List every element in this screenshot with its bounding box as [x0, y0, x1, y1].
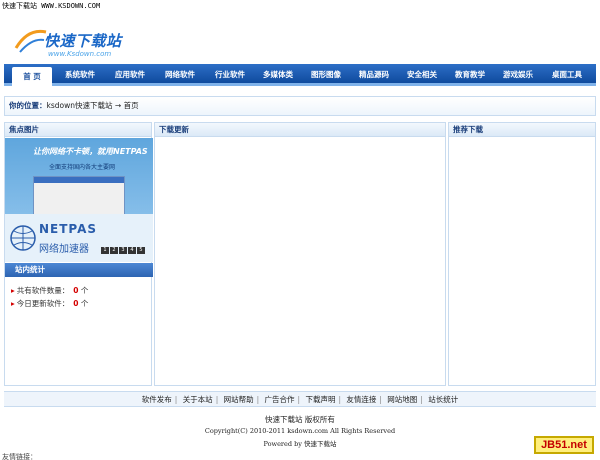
- nav-item-industry[interactable]: 行业软件: [208, 64, 252, 86]
- focus-banner-image[interactable]: 让你网络不卡顿，就用NETPAS 全面支持国内各大主要网 NETPAS 网络加速…: [5, 138, 153, 262]
- breadcrumb: 你的位置：ksdown快速下载站 → 首页: [4, 96, 596, 116]
- bullet-icon: ▸: [11, 286, 15, 295]
- nav-item-multimedia[interactable]: 多媒体类: [256, 64, 300, 86]
- powered-by-label: Powered by: [263, 440, 302, 448]
- footer-powered-by: Powered by 快速下载站: [0, 438, 600, 448]
- nav-item-source[interactable]: 精品源码: [352, 64, 396, 86]
- stat-unit: 个: [80, 299, 89, 308]
- stat-value: 0: [73, 286, 79, 295]
- footer-link-sitemap[interactable]: 网站地图: [387, 395, 417, 404]
- nav-item-security[interactable]: 安全相关: [400, 64, 444, 86]
- powered-by-link[interactable]: 快速下载站: [304, 440, 337, 448]
- recommended-title: 推荐下载: [449, 123, 595, 137]
- banner-brand-cn: 网络加速器: [39, 244, 89, 255]
- stat-unit: 个: [80, 286, 89, 295]
- footer-sep: |: [338, 395, 341, 404]
- banner-headline: 让你网络不卡顿，就用NETPAS: [33, 147, 148, 156]
- friend-links-label: 友情链接：: [2, 453, 37, 460]
- logo-title: 快速下载站: [44, 32, 122, 50]
- footer-sep: |: [215, 395, 219, 404]
- nav-item-education[interactable]: 教育教学: [448, 64, 492, 86]
- nav-item-home[interactable]: 首 页: [12, 67, 52, 86]
- banner-pager: 12345: [101, 244, 149, 254]
- footer-link-friends[interactable]: 友情连接: [346, 395, 376, 404]
- focus-panel-title: 焦点图片: [5, 123, 151, 137]
- footer-copyright-cn: 快速下载站 版权所有: [265, 415, 335, 424]
- stat-value: 0: [73, 299, 79, 308]
- stat-total-software: ▸ 共有软件数量： 0 个: [11, 285, 88, 296]
- nav-item-apps[interactable]: 应用软件: [108, 64, 152, 86]
- nav-item-games[interactable]: 游戏娱乐: [496, 64, 540, 86]
- focus-panel: 焦点图片 让你网络不卡顿，就用NETPAS 全面支持国内各大主要网 NETPAS…: [4, 122, 153, 386]
- footer-sep: |: [379, 395, 382, 404]
- footer-links: 软件发布 | 关于本站 | 网站帮助 | 广告合作 | 下载声明 | 友情连接 | 网站地图…: [4, 391, 596, 407]
- footer-sep: |: [420, 395, 423, 404]
- main-nav: 首 页 系统软件 应用软件 网络软件 行业软件 多媒体类 图形图像 精品源码 安…: [4, 64, 596, 86]
- breadcrumb-prefix: 你的位置：: [9, 101, 47, 110]
- banner-pager-dot[interactable]: 3: [119, 247, 127, 254]
- stats-title: 站内统计: [5, 263, 153, 277]
- footer-link-disclaimer[interactable]: 下载声明: [305, 395, 335, 404]
- nav-item-system[interactable]: 系统软件: [58, 64, 102, 86]
- site-logo[interactable]: 快速下载站 www.Ksdown.com: [14, 26, 134, 66]
- footer-sep: |: [256, 395, 260, 404]
- nav-item-network[interactable]: 网络软件: [158, 64, 202, 86]
- bullet-icon: ▸: [11, 299, 15, 308]
- stat-today-updated: ▸ 今日更新软件： 0 个: [11, 298, 88, 309]
- window-title: 快速下载站 WWW.KSDOWN.COM: [0, 0, 600, 12]
- banner-pager-dot[interactable]: 2: [110, 247, 118, 254]
- netpas-globe-icon: [10, 225, 36, 251]
- downloads-update-title: 下载更新: [155, 123, 445, 137]
- banner-pager-dot[interactable]: 4: [128, 247, 136, 254]
- stat-label: 今日更新软件：: [16, 299, 70, 308]
- banner-subline: 全面支持国内各大主要网: [49, 164, 116, 171]
- footer-sep: |: [297, 395, 301, 404]
- footer-sep: |: [174, 395, 178, 404]
- footer-copyright-en: Copyright(C) 2010-2011 ksdown.com All Ri…: [204, 427, 396, 435]
- banner-brand-area: NETPAS 网络加速器: [5, 214, 153, 262]
- breadcrumb-site-link[interactable]: ksdown快速下载站: [47, 101, 113, 110]
- banner-brand: NETPAS: [39, 222, 98, 236]
- watermark-logo: JB51.net: [534, 436, 594, 454]
- logo-swoosh-icon: [14, 29, 47, 53]
- footer-link-ads[interactable]: 广告合作: [265, 395, 295, 404]
- footer-link-stats[interactable]: 站长统计: [428, 395, 458, 404]
- breadcrumb-current: 首页: [123, 101, 139, 110]
- logo-url: www.Ksdown.com: [48, 50, 112, 58]
- footer-link-publish[interactable]: 软件发布: [142, 395, 172, 404]
- stat-label: 共有软件数量：: [16, 286, 70, 295]
- banner-pager-dot[interactable]: 5: [137, 247, 145, 254]
- downloads-update-panel: 下载更新: [154, 122, 446, 386]
- footer-link-help[interactable]: 网站帮助: [224, 395, 254, 404]
- recommended-panel: 推荐下载: [448, 122, 596, 386]
- breadcrumb-arrow-icon: →: [114, 101, 122, 110]
- footer-link-about[interactable]: 关于本站: [183, 395, 213, 404]
- banner-pager-dot[interactable]: 1: [101, 247, 109, 254]
- site-header: 快速下载站 www.Ksdown.com: [0, 12, 600, 64]
- nav-item-graphics[interactable]: 图形图像: [304, 64, 348, 86]
- nav-item-desktop[interactable]: 桌面工具: [544, 64, 590, 86]
